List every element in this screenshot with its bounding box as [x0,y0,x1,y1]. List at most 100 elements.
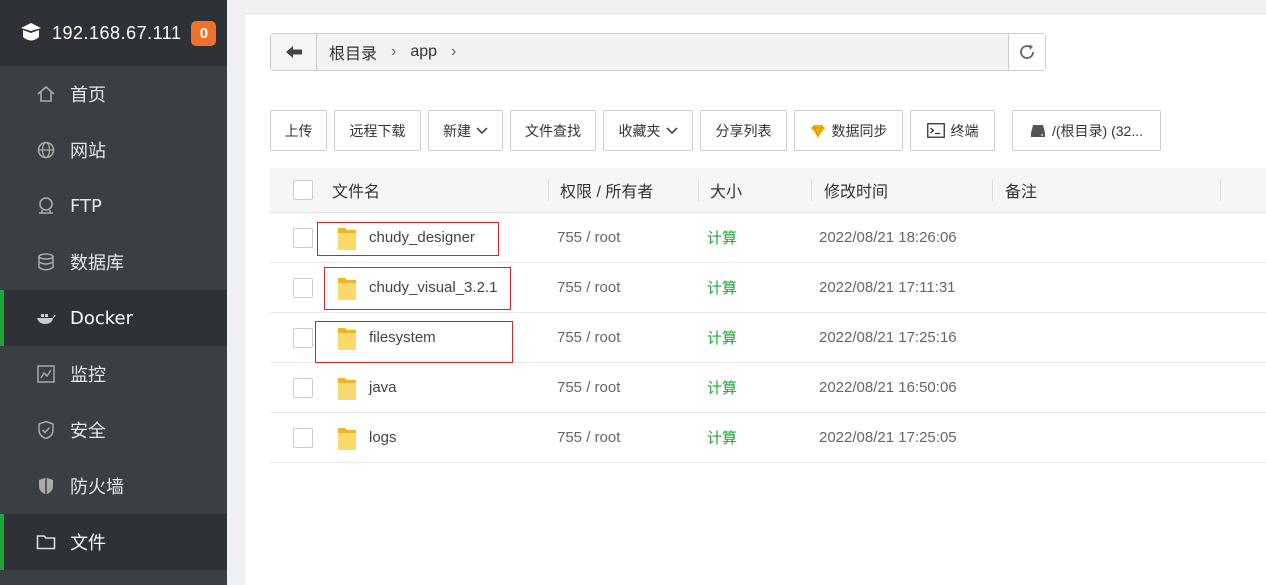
breadcrumb-root[interactable]: 根目录 [325,40,381,64]
file-search-button[interactable]: 文件查找 [510,110,596,151]
upload-button[interactable]: 上传 [270,110,327,151]
file-name[interactable]: java [369,379,397,396]
perm-value[interactable]: 755 / root [557,379,620,396]
table-row[interactable]: chudy_visual_3.2.1 755 / root 计算 2022/08… [270,263,1266,313]
sidebar-item-files[interactable]: 文件 [0,514,227,570]
mtime-value: 2022/08/21 17:11:31 [819,279,956,296]
sidebar-item-docker[interactable]: Docker [0,290,227,346]
calc-size-link[interactable]: 计算 [707,377,737,398]
table-row[interactable]: chudy_designer 755 / root 计算 2022/08/21 … [270,213,1266,263]
panel-logo-icon [21,23,41,41]
file-name[interactable]: chudy_visual_3.2.1 [369,279,497,296]
favorites-label: 收藏夹 [618,122,661,139]
table-row[interactable]: filesystem 755 / root 计算 2022/08/21 17:2… [270,313,1266,363]
file-table-header: 文件名 权限 / 所有者 大小 修改时间 备注 [270,168,1266,213]
breadcrumb: 根目录 › app › [317,34,1008,70]
back-button[interactable] [271,34,317,70]
sidebar-item-label: FTP [70,195,102,217]
sidebar-item-firewall[interactable]: 防火墙 [0,458,227,514]
share-list-button[interactable]: 分享列表 [700,110,787,151]
file-name[interactable]: logs [369,429,397,446]
size-cell[interactable]: 计算 [707,263,819,312]
docker-icon [36,308,56,328]
row-checkbox[interactable] [293,427,313,448]
globe-icon [36,140,56,160]
file-name-cell[interactable]: chudy_designer [332,213,557,262]
file-name-cell[interactable]: logs [332,413,557,462]
perm-cell[interactable]: 755 / root [557,313,707,362]
folder-icon [36,532,56,552]
remote-download-button[interactable]: 远程下载 [334,110,421,151]
sidebar-item-website[interactable]: 网站 [0,122,227,178]
col-filename-label: 文件名 [332,184,381,201]
perm-cell[interactable]: 755 / root [557,413,707,462]
path-bar: 根目录 › app › [270,33,1046,71]
row-checkbox[interactable] [293,377,313,398]
file-name[interactable]: filesystem [369,329,436,346]
refresh-button[interactable] [1008,34,1045,70]
size-cell[interactable]: 计算 [707,313,819,362]
col-filename[interactable]: 文件名 [332,168,549,212]
sidebar: 192.168.67.111 0 首页 网站 FTP 数据库 Docker 监控… [0,0,227,585]
perm-cell[interactable]: 755 / root [557,263,707,312]
file-name-cell[interactable]: java [332,363,557,412]
terminal-button[interactable]: 终端 [910,110,995,151]
shield-check-icon [36,420,56,440]
col-permission-label: 权限 / 所有者 [560,184,654,201]
row-checkbox[interactable] [293,277,313,298]
refresh-icon [1020,44,1034,59]
data-sync-button[interactable]: 数据同步 [794,110,903,151]
notification-badge[interactable]: 0 [191,20,217,46]
folder-icon [338,377,356,400]
favorites-dropdown-button[interactable]: 收藏夹 [603,110,693,151]
disk-selector-button[interactable]: /(根目录) (32... [1012,110,1161,151]
calc-size-link[interactable]: 计算 [707,227,737,248]
sidebar-item-ftp[interactable]: FTP [0,178,227,234]
col-permission[interactable]: 权限 / 所有者 [549,168,699,212]
col-mtime-label: 修改时间 [824,184,889,201]
new-label: 新建 [443,122,471,139]
sidebar-item-security[interactable]: 安全 [0,402,227,458]
calc-size-link[interactable]: 计算 [707,327,737,348]
ftp-icon [36,196,56,216]
chevron-right-icon: › [391,43,397,60]
size-cell[interactable]: 计算 [707,413,819,462]
file-name-cell[interactable]: chudy_visual_3.2.1 [332,263,557,312]
sidebar-item-database[interactable]: 数据库 [0,234,227,290]
col-size[interactable]: 大小 [699,168,812,212]
sidebar-item-label: Docker [70,307,134,329]
breadcrumb-app[interactable]: app [406,43,441,61]
perm-cell[interactable]: 755 / root [557,213,707,262]
calc-size-link[interactable]: 计算 [707,427,737,448]
mtime-value: 2022/08/21 18:26:06 [819,229,957,246]
col-note-label: 备注 [1005,184,1038,201]
file-name-cell[interactable]: filesystem [332,313,557,362]
table-row[interactable]: java 755 / root 计算 2022/08/21 16:50:06 [270,363,1266,413]
row-checkbox[interactable] [293,327,313,348]
calc-size-link[interactable]: 计算 [707,277,737,298]
sidebar-item-label: 防火墙 [70,477,124,498]
perm-value[interactable]: 755 / root [557,429,620,446]
file-name[interactable]: chudy_designer [369,229,475,246]
row-checkbox[interactable] [293,227,313,248]
sidebar-item-monitor[interactable]: 监控 [0,346,227,402]
mtime-cell: 2022/08/21 17:25:16 [819,313,1019,362]
firewall-shield-icon [36,476,56,496]
size-cell[interactable]: 计算 [707,363,819,412]
home-icon [36,84,56,104]
perm-value[interactable]: 755 / root [557,279,620,296]
toolbar: 上传 远程下载 新建 文件查找 收藏夹 分享列表 数据同步 终端 /(根目录) … [270,110,1168,151]
data-sync-label: 数据同步 [831,122,888,139]
col-mtime[interactable]: 修改时间 [812,168,993,212]
perm-cell[interactable]: 755 / root [557,363,707,412]
chevron-right-icon: › [451,43,457,60]
sidebar-item-home[interactable]: 首页 [0,66,227,122]
terminal-icon [926,123,945,138]
sidebar-item-label: 首页 [70,85,106,106]
new-dropdown-button[interactable]: 新建 [428,110,503,151]
perm-value[interactable]: 755 / root [557,229,620,246]
table-row[interactable]: logs 755 / root 计算 2022/08/21 17:25:05 [270,413,1266,463]
select-all-checkbox[interactable] [293,180,313,200]
size-cell[interactable]: 计算 [707,213,819,262]
perm-value[interactable]: 755 / root [557,329,620,346]
